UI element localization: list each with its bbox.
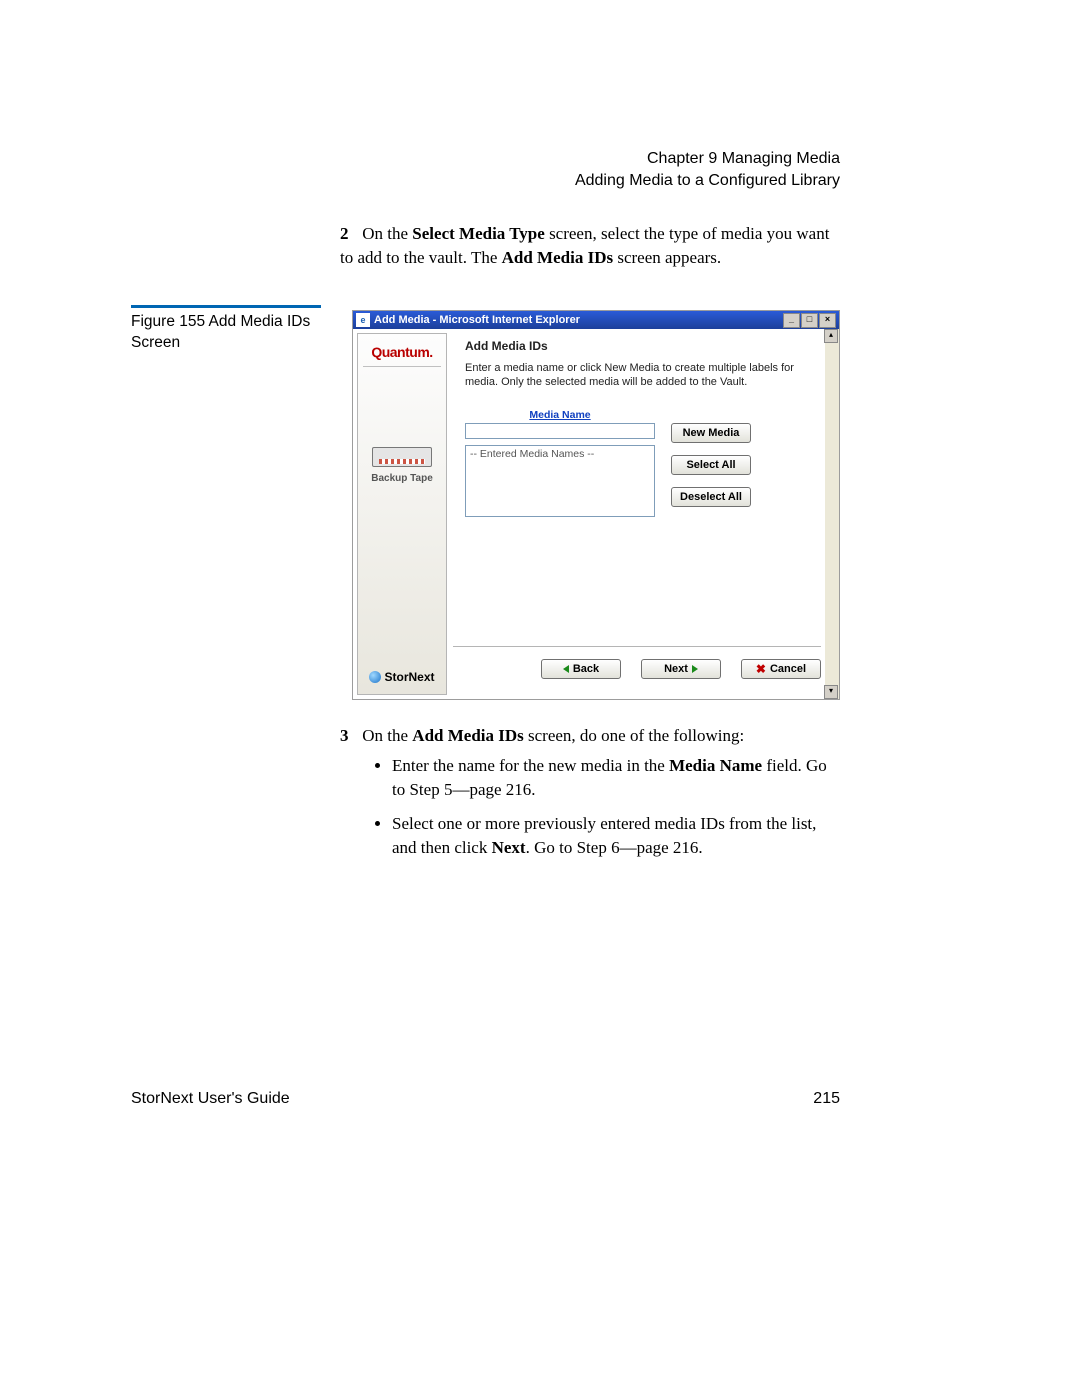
ie-icon: e (356, 313, 370, 327)
step-text: On the (362, 224, 412, 243)
arrow-left-icon (563, 665, 569, 673)
scroll-up-icon[interactable]: ▴ (824, 329, 838, 343)
step-text: On the (362, 726, 412, 745)
bullet-item: Select one or more previously entered me… (392, 812, 842, 860)
bullet-text: Enter the name for the new media in the (392, 756, 669, 775)
deselect-all-button[interactable]: Deselect All (671, 487, 751, 507)
globe-icon (369, 671, 381, 683)
product-logo: StorNext (369, 670, 434, 684)
close-button[interactable]: × (819, 313, 836, 328)
next-label: Next (664, 663, 688, 675)
step-text: screen, do one of the following: (524, 726, 744, 745)
maximize-button[interactable]: □ (801, 313, 818, 328)
wizard-footer: Back Next ✖ Cancel (453, 646, 821, 679)
cancel-label: Cancel (770, 663, 806, 675)
step-3: 3 On the Add Media IDs screen, do one of… (340, 724, 842, 870)
minimize-button[interactable]: _ (783, 313, 800, 328)
sidebar: Quantum. Backup Tape StorNext (357, 333, 447, 695)
bold-add-media-ids: Add Media IDs (502, 248, 613, 267)
step-number: 2 (340, 222, 358, 246)
step-2: 2 On the Select Media Type screen, selec… (340, 222, 842, 270)
figure-caption: Figure 155 Add Media IDs Screen (131, 305, 321, 353)
page-header: Chapter 9 Managing Media Adding Media to… (575, 148, 840, 192)
arrow-right-icon (692, 665, 698, 673)
bullet-text: . Go to Step 6—page 216. (526, 838, 703, 857)
bold-media-name: Media Name (669, 756, 762, 775)
step-number: 3 (340, 724, 358, 748)
back-button[interactable]: Back (541, 659, 621, 679)
tape-label: Backup Tape (371, 473, 433, 484)
next-button[interactable]: Next (641, 659, 721, 679)
product-name: StorNext (384, 670, 434, 684)
bold-next: Next (492, 838, 526, 857)
media-name-input[interactable] (465, 423, 655, 439)
select-all-button[interactable]: Select All (671, 455, 751, 475)
instructions: Enter a media name or click New Media to… (465, 361, 811, 389)
back-label: Back (573, 663, 599, 675)
media-name-label: Media Name (465, 409, 655, 421)
titlebar: e Add Media - Microsoft Internet Explore… (353, 311, 839, 329)
scroll-down-icon[interactable]: ▾ (824, 685, 838, 699)
brand-logo: Quantum. (363, 344, 441, 367)
cancel-button[interactable]: ✖ Cancel (741, 659, 821, 679)
tape-icon (372, 447, 432, 467)
x-icon: ✖ (756, 662, 766, 676)
screenshot-window: e Add Media - Microsoft Internet Explore… (352, 310, 840, 700)
panel-heading: Add Media IDs (465, 339, 811, 353)
step-text: screen appears. (613, 248, 721, 267)
bold-add-media-ids: Add Media IDs (412, 726, 523, 745)
bullet-item: Enter the name for the new media in the … (392, 754, 842, 802)
page-number: 215 (813, 1090, 840, 1108)
section-label: Adding Media to a Configured Library (575, 170, 840, 192)
window-title: Add Media - Microsoft Internet Explorer (374, 314, 580, 326)
new-media-button[interactable]: New Media (671, 423, 751, 443)
footer-guide: StorNext User's Guide (131, 1090, 290, 1108)
main-panel: Add Media IDs Enter a media name or clic… (451, 329, 825, 699)
bold-select-media-type: Select Media Type (412, 224, 545, 243)
media-names-listbox[interactable]: -- Entered Media Names -- (465, 445, 655, 517)
chapter-label: Chapter 9 Managing Media (575, 148, 840, 170)
